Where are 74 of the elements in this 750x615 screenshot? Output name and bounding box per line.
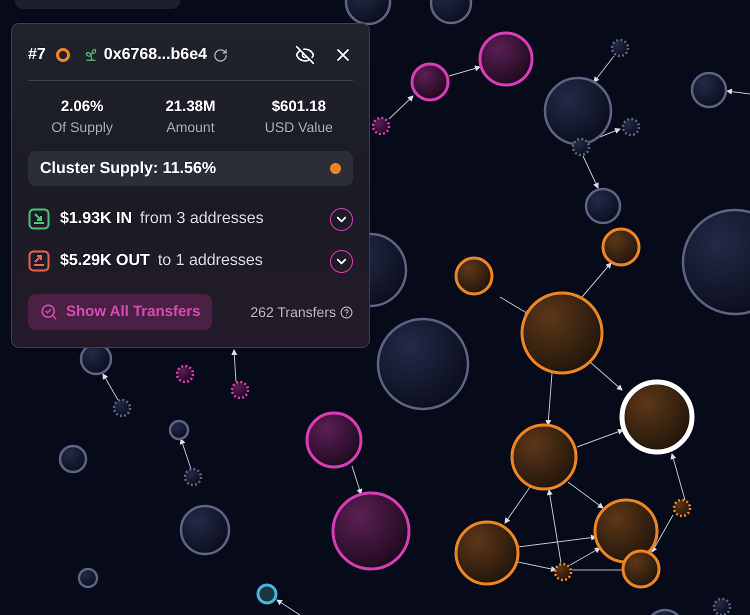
- connector-arrow: [582, 156, 599, 189]
- bubble-node[interactable]: [168, 420, 190, 440]
- bubble-node[interactable]: [594, 498, 658, 564]
- connector-arrow: [504, 486, 530, 524]
- connector-arrow: [726, 88, 750, 95]
- bubble-node[interactable]: [454, 256, 494, 296]
- connector-arrow: [545, 372, 552, 426]
- stat-value: 2.06%: [60, 97, 104, 117]
- connector-arrow: [388, 95, 414, 120]
- expand-button[interactable]: [330, 208, 353, 230]
- expand-button[interactable]: [330, 250, 353, 272]
- bubble-node[interactable]: [430, 0, 472, 24]
- bubble-node[interactable]: [690, 72, 728, 108]
- bubble-node[interactable]: [682, 208, 750, 316]
- dotted-bubble-node[interactable]: [672, 498, 692, 518]
- connector-arrow: [590, 362, 623, 391]
- bubble-node[interactable]: [622, 550, 660, 588]
- rank-label: #7: [28, 45, 46, 65]
- bubble-node[interactable]: [180, 504, 230, 556]
- dotted-bubble-node[interactable]: [610, 38, 630, 58]
- bubble-node[interactable]: [478, 32, 534, 86]
- stat-value: $601.18: [272, 97, 326, 117]
- stat-label: Of Supply: [51, 118, 113, 137]
- bubble-node[interactable]: [306, 412, 362, 468]
- connector-arrow: [568, 482, 604, 509]
- hide-icon[interactable]: [295, 45, 315, 65]
- help-icon[interactable]: [340, 306, 353, 318]
- connector-arrow: [448, 66, 481, 76]
- connector-arrow: [593, 56, 614, 83]
- bubble-node[interactable]: [376, 318, 470, 410]
- connector-arrow: [102, 373, 118, 400]
- transfer-count: 262 Transfers: [250, 302, 336, 322]
- bubble-node[interactable]: [58, 444, 88, 474]
- stat-value: 21.38M: [165, 97, 216, 117]
- dotted-bubble-node[interactable]: [176, 364, 194, 384]
- connector-arrow: [276, 599, 300, 615]
- bubble-node[interactable]: [332, 492, 410, 570]
- refresh-icon[interactable]: [213, 48, 228, 62]
- cluster-ring-icon: [56, 48, 70, 62]
- connector-arrow: [652, 514, 674, 553]
- bubble-node[interactable]: [544, 76, 612, 146]
- dotted-bubble-node[interactable]: [712, 598, 732, 615]
- bubble-node[interactable]: [410, 62, 450, 102]
- dotted-bubble-node[interactable]: [372, 116, 390, 136]
- stat-label: Amount: [166, 118, 215, 137]
- connector-arrow: [180, 438, 192, 470]
- search-check-icon: [40, 303, 58, 321]
- connector-arrow: [352, 466, 362, 495]
- flow-detail: to 1 addresses: [158, 251, 263, 271]
- bubble-node[interactable]: [78, 568, 98, 588]
- dotted-bubble-node[interactable]: [572, 138, 590, 156]
- bubble-node[interactable]: [584, 188, 622, 224]
- bubble-node[interactable]: [510, 424, 578, 490]
- bubble-node[interactable]: [602, 228, 640, 266]
- dotted-bubble-node[interactable]: [184, 468, 202, 486]
- dotted-bubble-node[interactable]: [112, 398, 132, 418]
- connector-arrow: [576, 428, 624, 448]
- flow-amount: $5.29K OUT: [60, 251, 150, 271]
- bubble-node[interactable]: [344, 0, 392, 26]
- bubble-node[interactable]: [454, 520, 520, 586]
- cluster-supply-text: Cluster Supply: 11.56%: [40, 158, 216, 178]
- connector-arrow: [231, 349, 238, 382]
- connector-arrow: [670, 453, 686, 500]
- sprout-icon: [84, 48, 98, 62]
- flow-amount: $1.93K IN: [60, 209, 132, 229]
- dotted-bubble-node[interactable]: [622, 118, 640, 136]
- wallet-address[interactable]: 0x6768...b6e4: [104, 43, 207, 67]
- bubble-node[interactable]: [520, 292, 604, 374]
- dotted-bubble-node[interactable]: [230, 380, 250, 400]
- stat-label: USD Value: [264, 118, 333, 137]
- flow-detail: from 3 addresses: [140, 209, 264, 229]
- dotted-bubble-node[interactable]: [554, 562, 572, 582]
- connector-arrow: [582, 262, 612, 298]
- bubble-node[interactable]: [256, 584, 278, 604]
